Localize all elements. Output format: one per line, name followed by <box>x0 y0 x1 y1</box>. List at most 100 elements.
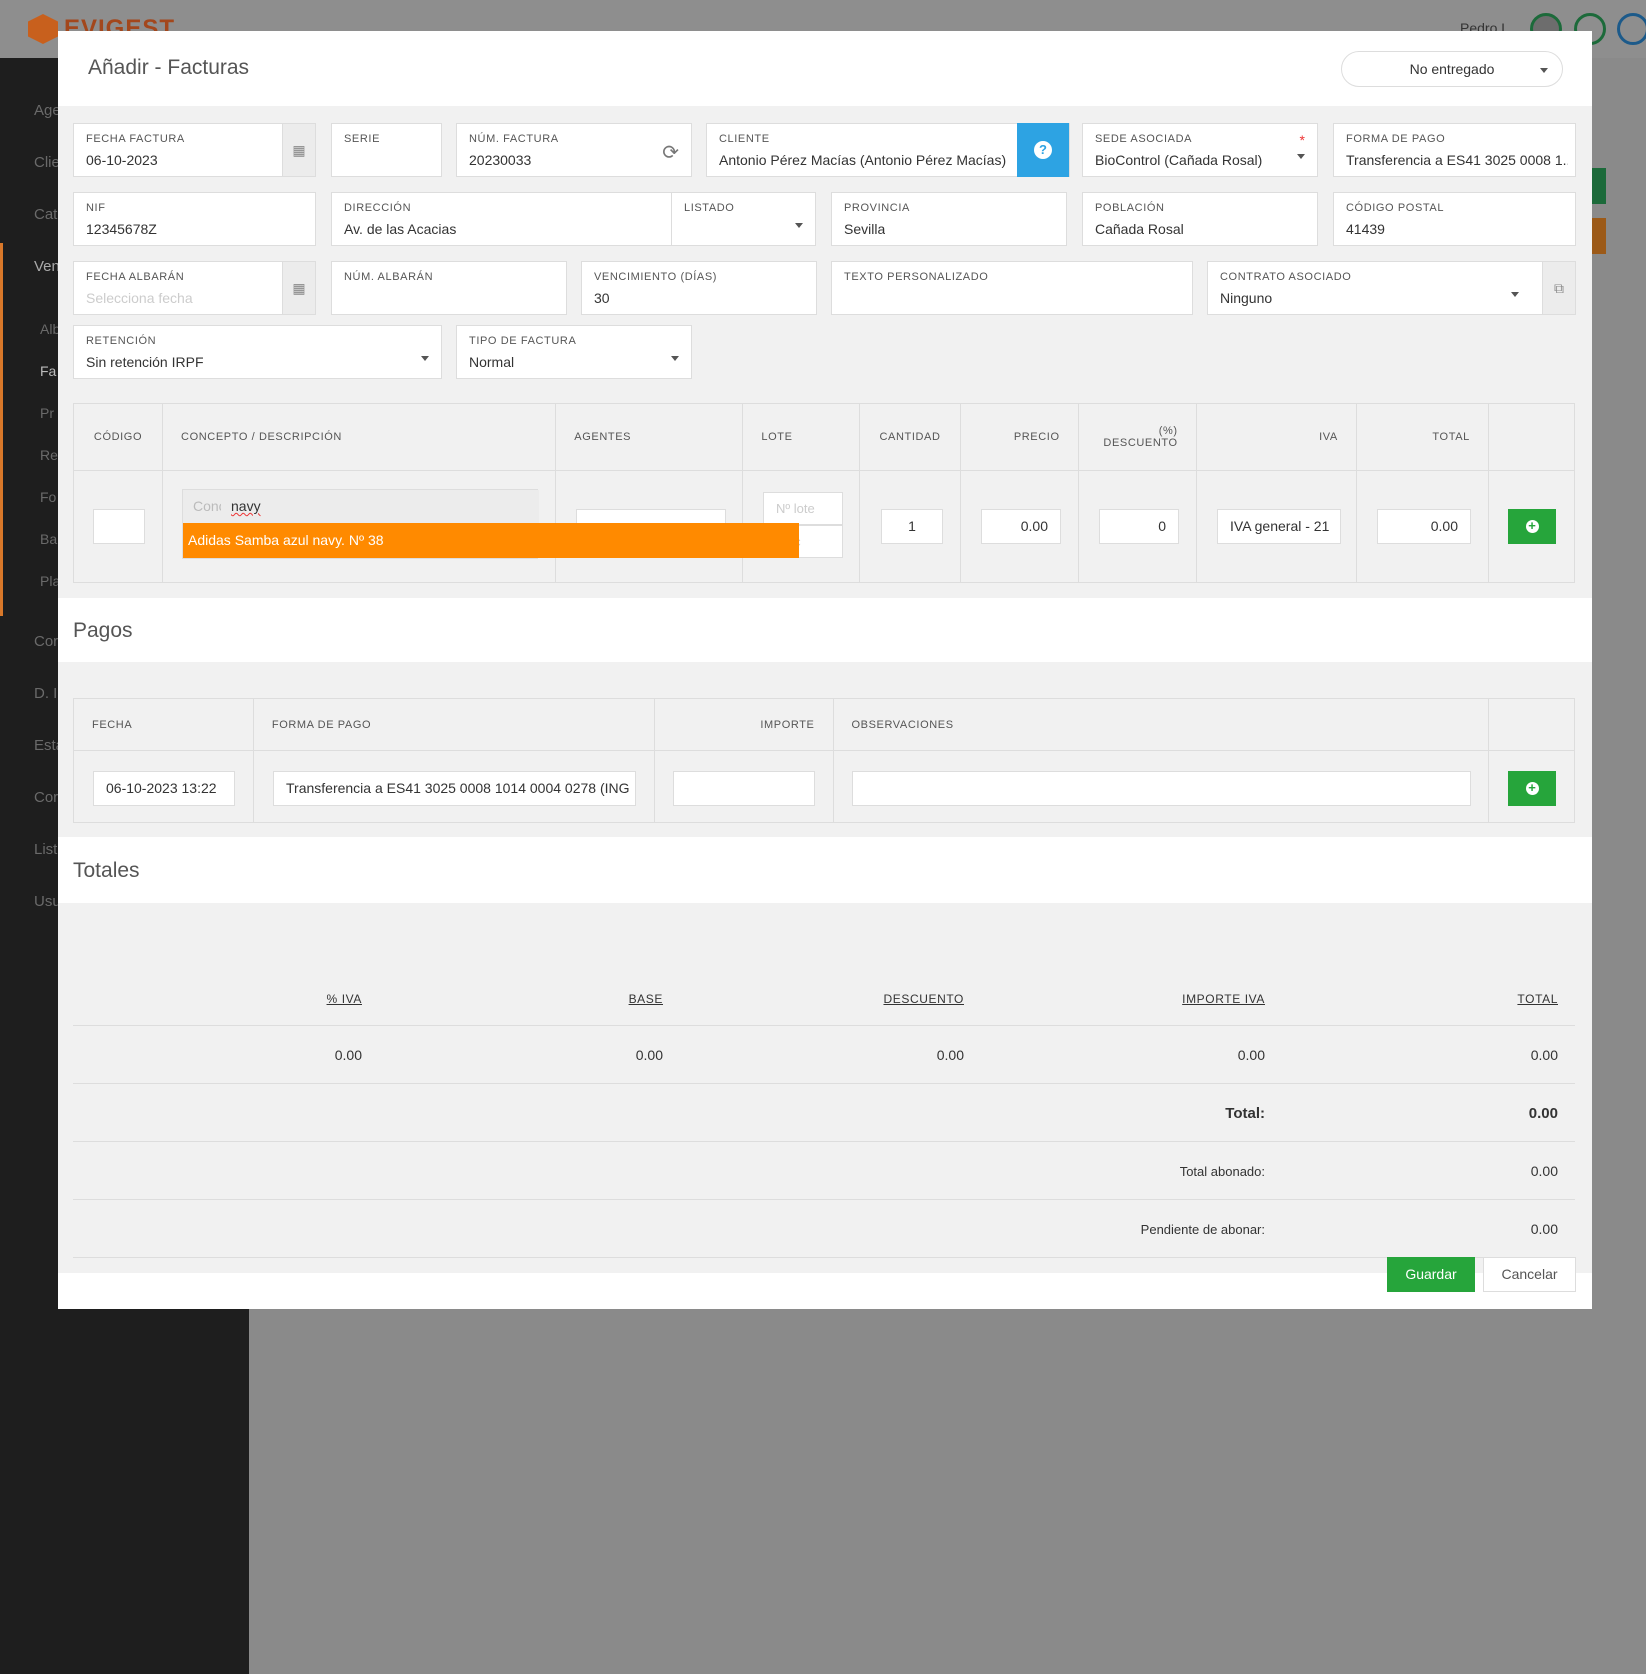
refresh-icon[interactable]: ⟳ <box>662 140 679 165</box>
series-field[interactable]: SERIE <box>331 123 442 177</box>
sidebar-subitem[interactable]: Pr <box>40 405 54 421</box>
field-value: Ninguno <box>1220 290 1273 306</box>
field-value: 12345678Z <box>86 221 157 237</box>
sidebar-item[interactable]: Age <box>34 102 61 119</box>
field-value: Sevilla <box>844 221 886 237</box>
col-header-precio: PRECIO <box>959 403 1079 471</box>
field-label: NÚM. ALBARÁN <box>344 271 434 283</box>
lot-number-input[interactable]: Nº lote <box>763 492 843 525</box>
header-total: TOTAL <box>1517 992 1558 1006</box>
field-label: VENCIMIENTO (DÍAS) <box>594 271 718 283</box>
field-placeholder: Selecciona fecha <box>86 290 193 306</box>
discount-input[interactable]: 0 <box>1099 509 1179 544</box>
field-value: Antonio Pérez Macías (Antonio Pérez Mací… <box>719 152 1007 168</box>
delivery-note-date-field[interactable]: FECHA ALBARÁN Selecciona fecha ▦ <box>73 261 316 315</box>
payment-notes-input[interactable] <box>852 771 1471 806</box>
custom-text-field[interactable]: TEXTO PERSONALIZADO <box>831 261 1193 315</box>
add-payment-button[interactable]: + <box>1508 771 1556 806</box>
sidebar-subitem[interactable]: Fo <box>40 489 56 505</box>
field-value: Av. de las Acacias <box>344 221 457 237</box>
col-header-lote: LOTE <box>742 403 861 471</box>
sidebar-subitem[interactable]: Fa <box>40 363 56 379</box>
value-total: 0.00 <box>1530 1047 1558 1063</box>
question-icon: ? <box>1034 141 1052 159</box>
descuento-pct-label: (%) <box>1158 425 1178 437</box>
sidebar-item[interactable]: Cor <box>34 789 58 806</box>
address-field[interactable]: DIRECCIÓN Av. de las Acacias <box>331 192 672 246</box>
delivery-status-select[interactable]: No entregado <box>1341 51 1563 87</box>
grand-total-value: 0.00 <box>1528 1105 1558 1122</box>
sidebar-item[interactable]: List <box>34 841 57 858</box>
code-input[interactable] <box>93 509 145 544</box>
save-button[interactable]: Guardar <box>1387 1257 1475 1292</box>
sidebar-subitem[interactable]: Re <box>40 447 58 463</box>
client-field[interactable]: CLIENTE Antonio Pérez Macías (Antonio Pé… <box>706 123 1070 177</box>
sidebar-item[interactable]: D. I <box>34 685 57 702</box>
delivery-note-number-field[interactable]: NÚM. ALBARÁN <box>331 261 567 315</box>
grand-total-label: Total: <box>1225 1105 1265 1122</box>
payment-method-field[interactable]: FORMA DE PAGO Transferencia a ES41 3025 … <box>1333 123 1576 177</box>
logo-icon <box>28 14 58 44</box>
invoice-number-field[interactable]: NÚM. FACTURA 20230033 ⟳ <box>456 123 692 177</box>
pending-total-value: 0.00 <box>1530 1221 1558 1237</box>
field-label: PROVINCIA <box>844 202 910 214</box>
autocomplete-option[interactable]: Adidas Samba azul navy. Nº 38 <box>183 523 799 558</box>
col-header-iva: IVA <box>1195 403 1357 471</box>
due-days-field[interactable]: VENCIMIENTO (DÍAS) 30 <box>581 261 817 315</box>
header-base: BASE <box>628 992 663 1006</box>
town-field[interactable]: POBLACIÓN Cañada Rosal <box>1082 192 1318 246</box>
chat-icon[interactable] <box>1617 13 1646 45</box>
associated-contract-select[interactable]: CONTRATO ASOCIADO Ninguno ⧉ <box>1207 261 1576 315</box>
modal-title: Añadir - Facturas <box>88 56 250 79</box>
sidebar-item[interactable]: Usu <box>34 893 61 910</box>
descuento-label: DESCUENTO <box>1103 437 1178 449</box>
invoice-date-field[interactable]: FECHA FACTURA 06-10-2023 ▦ <box>73 123 316 177</box>
copy-icon[interactable]: ⧉ <box>1542 262 1575 314</box>
required-mark: * <box>1299 132 1305 148</box>
vat-select[interactable]: IVA general - 21 <box>1217 509 1341 544</box>
client-help-button[interactable]: ? <box>1017 123 1069 177</box>
col-header-agentes: AGENTES <box>555 403 744 471</box>
sidebar-subitem[interactable]: Ba <box>40 531 57 547</box>
cancel-button[interactable]: Cancelar <box>1483 1257 1576 1292</box>
field-label: SEDE ASOCIADA <box>1095 133 1193 145</box>
sidebar-item[interactable]: Cat <box>34 206 57 223</box>
price-input[interactable]: 0.00 <box>981 509 1061 544</box>
invoice-type-select[interactable]: TIPO DE FACTURA Normal <box>456 325 692 379</box>
field-label: NIF <box>86 202 106 214</box>
field-label: CONTRATO ASOCIADO <box>1220 271 1352 283</box>
col-header-codigo: CÓDIGO <box>72 403 164 471</box>
quantity-input[interactable]: 1 <box>881 509 943 544</box>
value-importe-iva: 0.00 <box>1237 1047 1265 1063</box>
sidebar-item[interactable]: Clie <box>34 154 60 171</box>
calendar-icon[interactable]: ▦ <box>282 124 315 176</box>
sidebar-item[interactable]: Cor <box>34 633 58 650</box>
sidebar-active-indicator <box>0 243 3 616</box>
field-label: POBLACIÓN <box>1095 202 1165 214</box>
payment-amount-input[interactable] <box>673 771 815 806</box>
retention-select[interactable]: RETENCIÓN Sin retención IRPF <box>73 325 442 379</box>
nif-field[interactable]: NIF 12345678Z <box>73 192 316 246</box>
add-line-button[interactable]: + <box>1508 509 1556 544</box>
province-field[interactable]: PROVINCIA Sevilla <box>831 192 1067 246</box>
associated-site-field[interactable]: SEDE ASOCIADA * BioControl (Cañada Rosal… <box>1082 123 1318 177</box>
payment-method-select[interactable]: Transferencia a ES41 3025 0008 1014 0004… <box>273 771 636 806</box>
totals-header: Totales <box>58 837 1592 903</box>
payment-date-input[interactable]: 06-10-2023 13:22 <box>93 771 235 806</box>
sidebar-item[interactable]: Ven <box>34 258 60 275</box>
address-list-select[interactable]: LISTADO <box>671 192 816 246</box>
field-label: CÓDIGO POSTAL <box>1346 202 1445 214</box>
field-label: TEXTO PERSONALIZADO <box>844 271 989 283</box>
field-value: Transferencia a ES41 3025 0008 1... <box>1346 152 1568 168</box>
value-base: 0.00 <box>635 1047 663 1063</box>
delivery-status-value: No entregado <box>1409 61 1495 77</box>
line-total-input[interactable]: 0.00 <box>1377 509 1471 544</box>
postal-code-field[interactable]: CÓDIGO POSTAL 41439 <box>1333 192 1576 246</box>
payments-section: FECHA FORMA DE PAGO IMPORTE OBSERVACIONE… <box>58 662 1592 837</box>
calendar-icon[interactable]: ▦ <box>282 262 315 314</box>
field-label: FECHA FACTURA <box>86 133 185 145</box>
chevron-down-icon <box>1511 292 1519 297</box>
field-label: FECHA ALBARÁN <box>86 271 185 283</box>
field-value: Cañada Rosal <box>1095 221 1184 237</box>
concept-search-input[interactable]: navy <box>221 490 539 524</box>
